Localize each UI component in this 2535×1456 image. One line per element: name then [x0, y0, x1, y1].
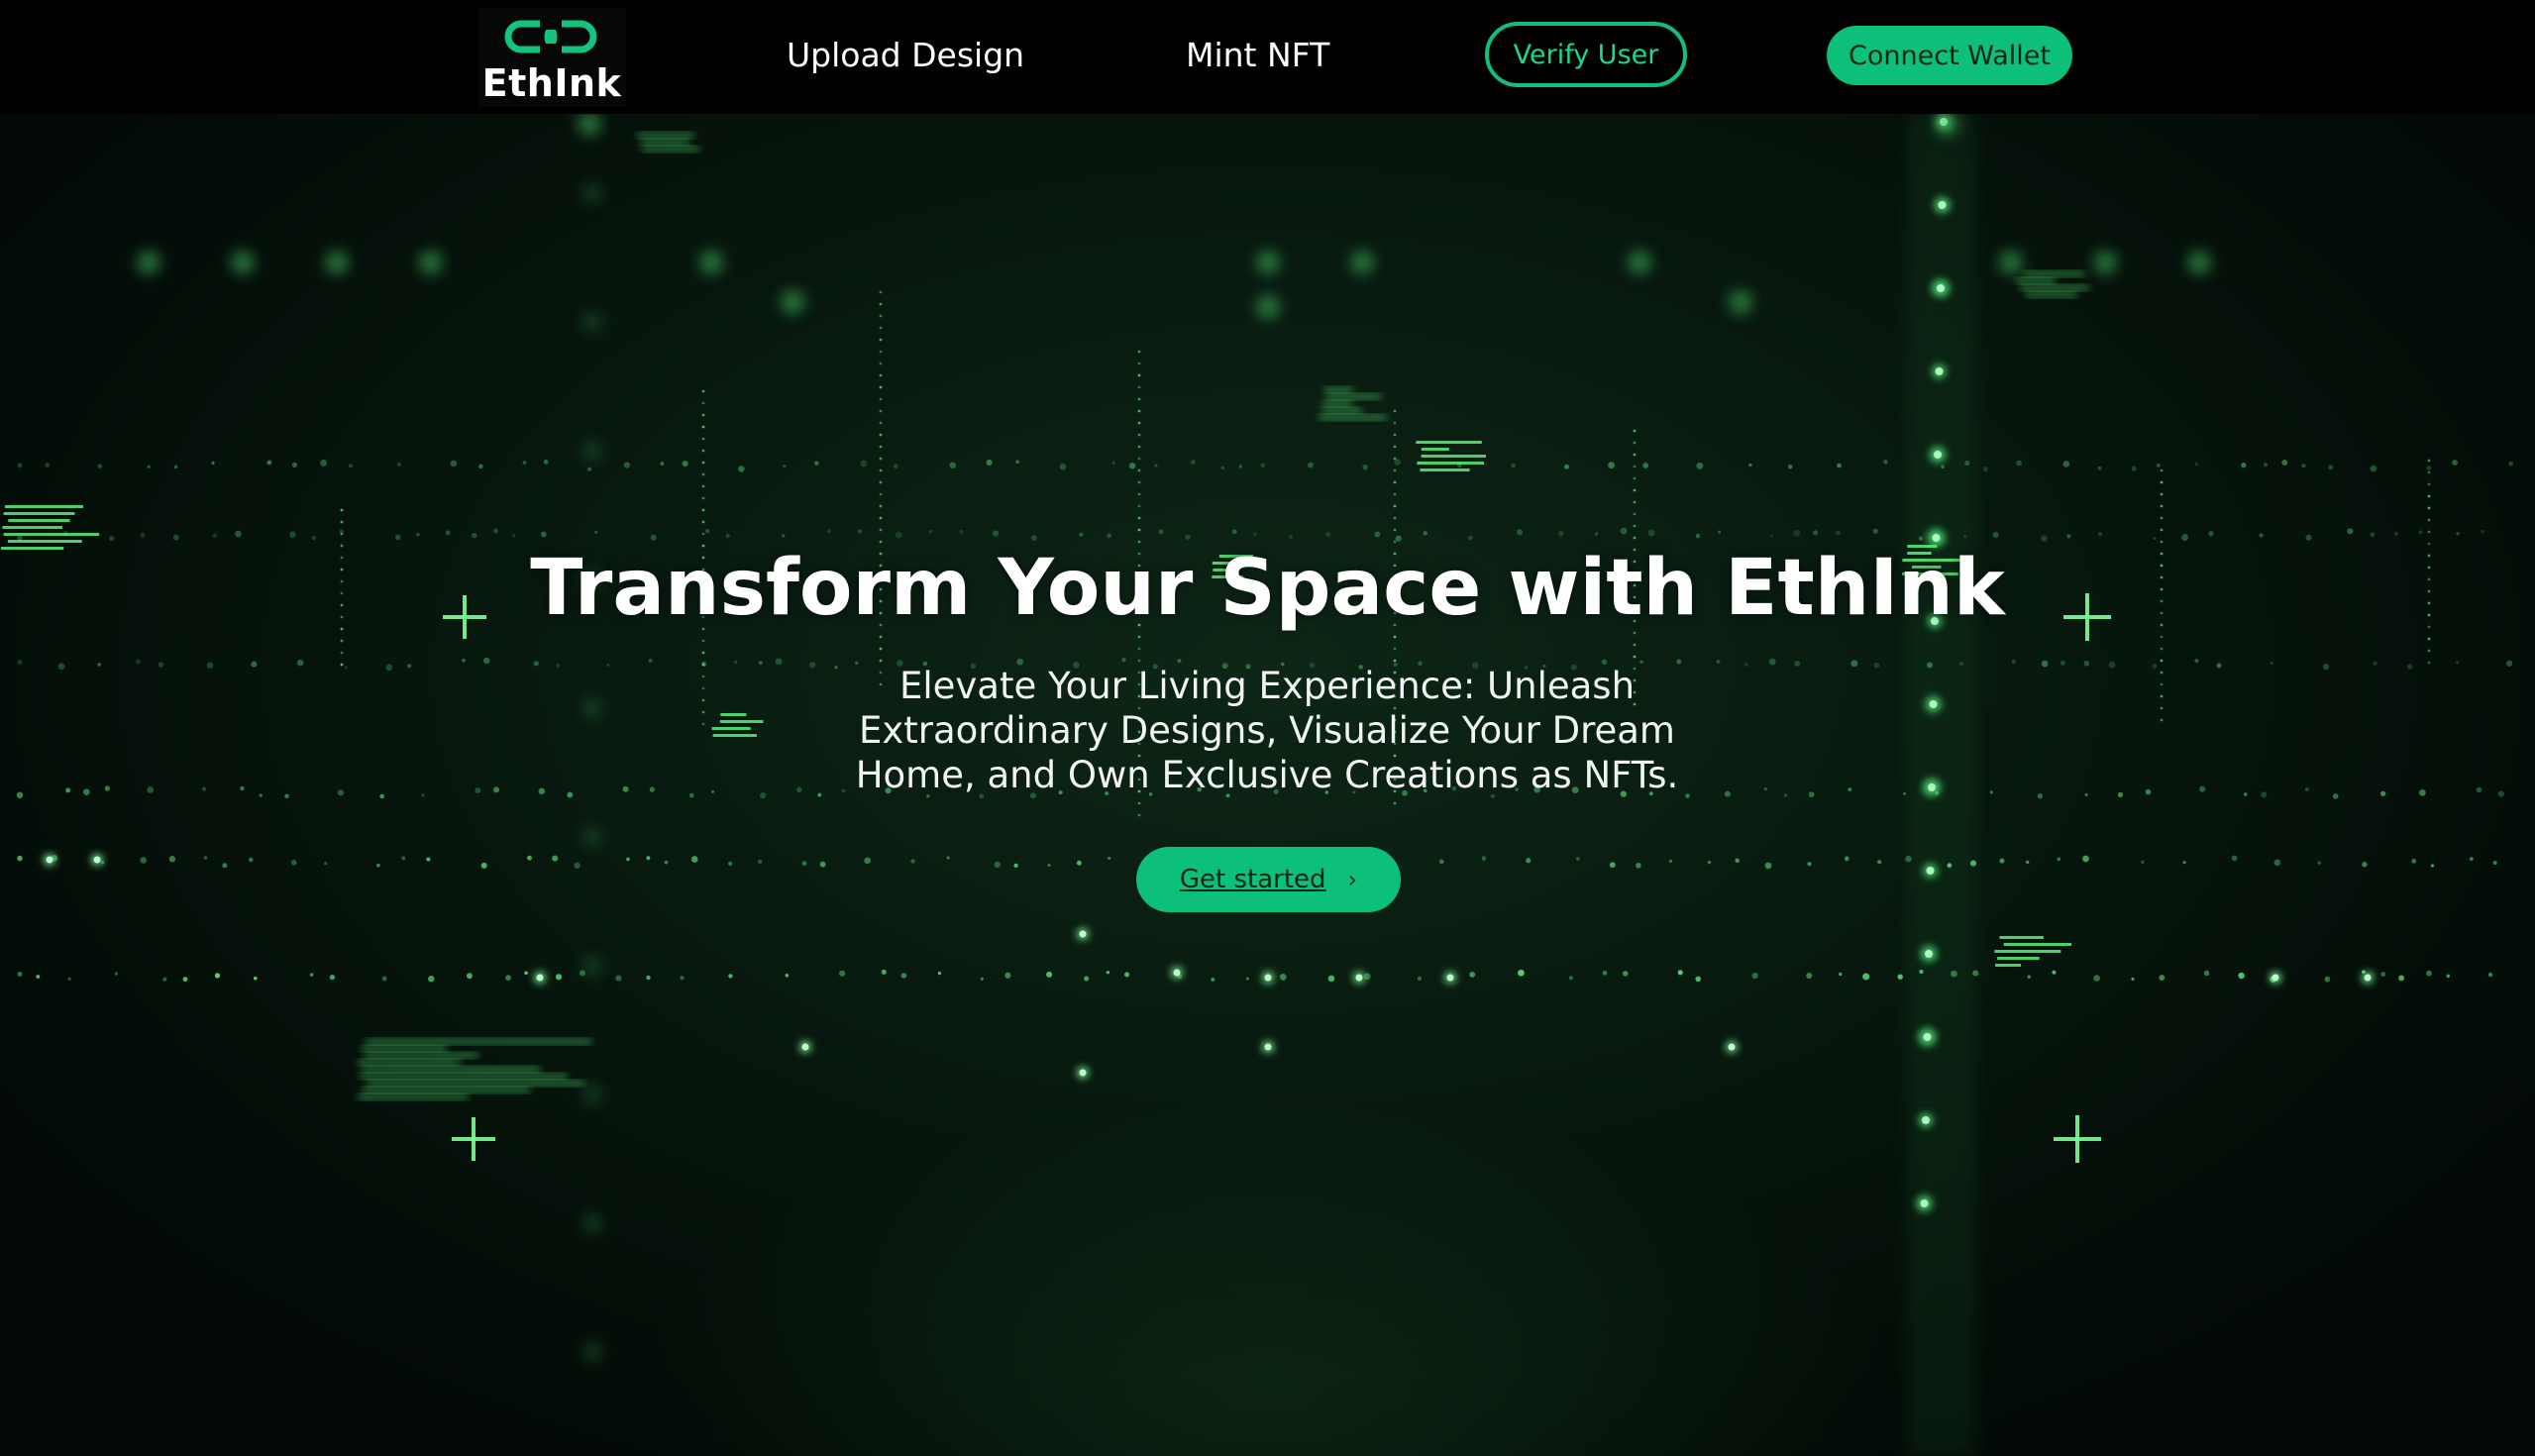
brand-name: EthInk — [481, 61, 622, 105]
nav-upload-design[interactable]: Upload Design — [787, 36, 1024, 75]
verify-user-button[interactable]: Verify User — [1485, 22, 1687, 87]
hero-subtitle: Elevate Your Living Experience: Unleash … — [855, 665, 1679, 796]
chevron-right-icon: › — [1347, 866, 1358, 893]
hero-title: Transform Your Space with EthInk — [530, 544, 2005, 633]
hero-section: Transform Your Space with EthInk Elevate… — [0, 114, 2535, 1456]
connect-wallet-button[interactable]: Connect Wallet — [1827, 26, 2072, 85]
nav-mint-nft[interactable]: Mint NFT — [1186, 36, 1329, 75]
get-started-label: Get started — [1179, 865, 1326, 894]
brand-logo[interactable]: EthInk — [477, 8, 626, 107]
navbar: EthInk Upload Design Mint NFT Verify Use… — [0, 0, 2535, 114]
get-started-button[interactable]: Get started › — [1136, 847, 1401, 912]
chain-link-icon — [504, 20, 597, 53]
